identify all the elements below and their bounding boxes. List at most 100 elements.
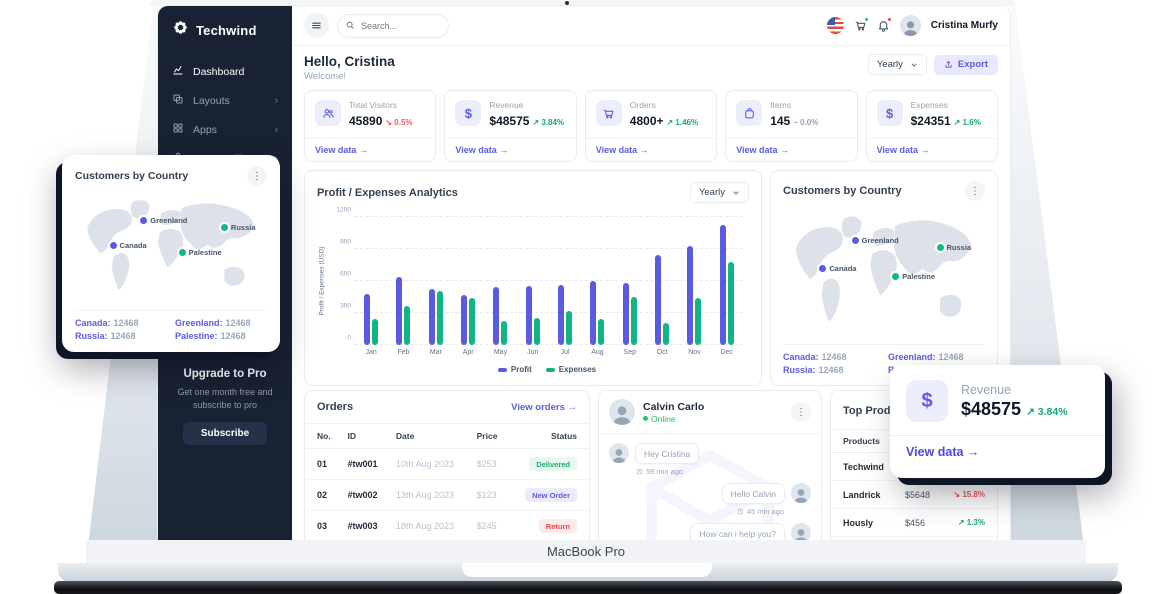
marker-label: Greenland <box>150 216 187 225</box>
customers-card-title: Customers by Country <box>783 185 902 197</box>
chevron-down-icon <box>910 61 918 69</box>
chart-bar-profit <box>590 281 596 345</box>
status-badge: New Order <box>525 488 577 502</box>
world-map-svg <box>783 207 985 337</box>
notifications-button[interactable] <box>877 19 890 32</box>
chat-message-row: Hello Calvin <box>609 483 811 504</box>
view-data-link[interactable]: View data → <box>445 138 575 161</box>
stat-label: Expenses <box>911 100 981 110</box>
chart-y-tick: 1200 <box>329 207 351 214</box>
view-data-link[interactable]: View data → <box>890 435 1105 468</box>
user-name[interactable]: Cristina Murfy <box>931 20 998 31</box>
country-name: Russia: <box>783 365 816 375</box>
order-id: #tw001 <box>342 449 390 480</box>
more-options-button[interactable]: ⋮ <box>247 166 267 186</box>
view-orders-link[interactable]: View orders → <box>511 402 577 413</box>
chart-x-tick: Jan <box>366 349 377 356</box>
dollar-icon: $ <box>906 380 948 422</box>
laptop-notch <box>462 563 712 577</box>
stat-card-revenue: $Revenue$48575↗ 3.84%View data → <box>444 90 576 162</box>
dollar-icon: $ <box>877 100 903 126</box>
view-data-link[interactable]: View data → <box>867 138 997 161</box>
orders-title: Orders <box>317 401 353 413</box>
orders-column-no: No. <box>305 424 342 449</box>
menu-icon <box>311 20 322 31</box>
chart-bar-group: Sep <box>623 217 637 345</box>
chart-period-select[interactable]: Yearly <box>690 182 749 203</box>
sidebar-item-label: Dashboard <box>193 66 244 78</box>
more-options-button[interactable]: ⋮ <box>965 181 985 201</box>
marker-dot <box>819 265 826 272</box>
customers-by-country-card: Customers by Country ⋮ CanadaGreenlandRu… <box>770 170 998 386</box>
page-header: Hello, Cristina Welcome! Yearly Export <box>304 54 998 82</box>
orders-column-price: Price <box>471 424 509 449</box>
chart-x-tick: Aug <box>591 349 603 356</box>
orders-table: No.IDDatePriceStatus 01#tw00110th Aug 20… <box>305 423 589 540</box>
sidebar-item-dashboard[interactable]: Dashboard <box>158 57 292 86</box>
stat-change: ↗ 3.84% <box>532 118 564 127</box>
us-flag-icon[interactable] <box>827 17 844 34</box>
legend-item-expenses: Expenses <box>546 365 596 374</box>
chart-bar-expenses <box>534 318 540 345</box>
map-marker-palestine: Palestine <box>892 272 935 281</box>
marker-dot <box>179 249 186 256</box>
chart-bar-expenses <box>372 319 378 345</box>
product-row-hously: Hously$456↗ 1.3% <box>831 509 997 537</box>
chart-period-value: Yearly <box>699 187 725 198</box>
period-select[interactable]: Yearly <box>868 54 927 75</box>
stat-card-body: $Expenses$24351↗ 1.6% <box>867 91 997 138</box>
topbar: Cristina Murfy <box>292 6 1010 46</box>
view-data-link[interactable]: View data → <box>586 138 716 161</box>
stat-value: $48575 <box>489 114 529 128</box>
chat-message-row: How can i help you? <box>609 523 811 540</box>
marker-dot <box>110 242 117 249</box>
person-icon <box>900 17 921 36</box>
chat-contact-name: Calvin Carlo <box>643 401 704 413</box>
order-row: 01#tw00110th Aug 2023$253Delivered <box>305 449 589 480</box>
marker-label: Russia <box>231 223 256 232</box>
layouts-icon <box>172 93 184 108</box>
map-marker-canada: Canada <box>110 241 147 250</box>
cart-button[interactable] <box>854 19 867 32</box>
menu-button[interactable] <box>304 13 329 38</box>
chart-y-tick: 600 <box>329 271 351 278</box>
export-icon <box>944 60 953 69</box>
chart-bar-group: Feb <box>396 217 410 345</box>
chart-y-tick: 300 <box>329 303 351 310</box>
chart-x-tick: Nov <box>688 349 700 356</box>
brand-logo[interactable]: Techwind <box>158 6 292 53</box>
stat-text: Revenue$48575↗ 3.84% <box>489 100 564 130</box>
subscribe-button[interactable]: Subscribe <box>183 422 267 445</box>
stat-value-row: $48575↗ 3.84% <box>489 112 564 130</box>
country-name: Canada: <box>783 352 819 362</box>
sidebar-item-apps[interactable]: Apps› <box>158 115 292 144</box>
chart-bar-group: Dec <box>720 217 734 345</box>
user-avatar[interactable] <box>900 15 921 36</box>
view-data-link[interactable]: View data → <box>305 138 435 161</box>
product-name: Landrick <box>843 490 905 500</box>
message-avatar <box>791 483 811 503</box>
orders-table-header: No.IDDatePriceStatus <box>305 424 589 449</box>
legend-swatch <box>498 368 507 372</box>
chevron-right-icon: › <box>274 124 278 136</box>
export-label: Export <box>958 59 988 70</box>
export-button[interactable]: Export <box>934 55 998 75</box>
chart-bar-group: Jun <box>526 217 540 345</box>
stats-row: Total Visitors45890↘ 0.5%View data →$Rev… <box>304 90 998 162</box>
product-price: $5648 <box>905 490 947 500</box>
chart-title: Profit / Expenses Analytics <box>317 187 458 199</box>
orders-table-body: 01#tw00110th Aug 2023$253Delivered02#tw0… <box>305 449 589 541</box>
chart-x-tick: Jul <box>561 349 570 356</box>
chart-bar-profit <box>429 289 435 346</box>
country-stat-canada: Canada:12468 <box>783 352 880 362</box>
order-row: 03#tw00318th Aug 2023$245Return <box>305 511 589 541</box>
chart-bar-expenses <box>728 262 734 345</box>
revenue-overlay-value: $48575 <box>961 399 1021 419</box>
sidebar-item-layouts[interactable]: Layouts› <box>158 86 292 115</box>
period-select-value: Yearly <box>877 59 903 70</box>
chat-more-options-button[interactable]: ⋮ <box>791 402 811 422</box>
stat-value-row: 4800+↗ 1.46% <box>630 112 698 130</box>
orders-column-status: Status <box>508 424 589 449</box>
stat-change: ↘ 0.5% <box>385 118 412 127</box>
view-data-link[interactable]: View data → <box>726 138 856 161</box>
